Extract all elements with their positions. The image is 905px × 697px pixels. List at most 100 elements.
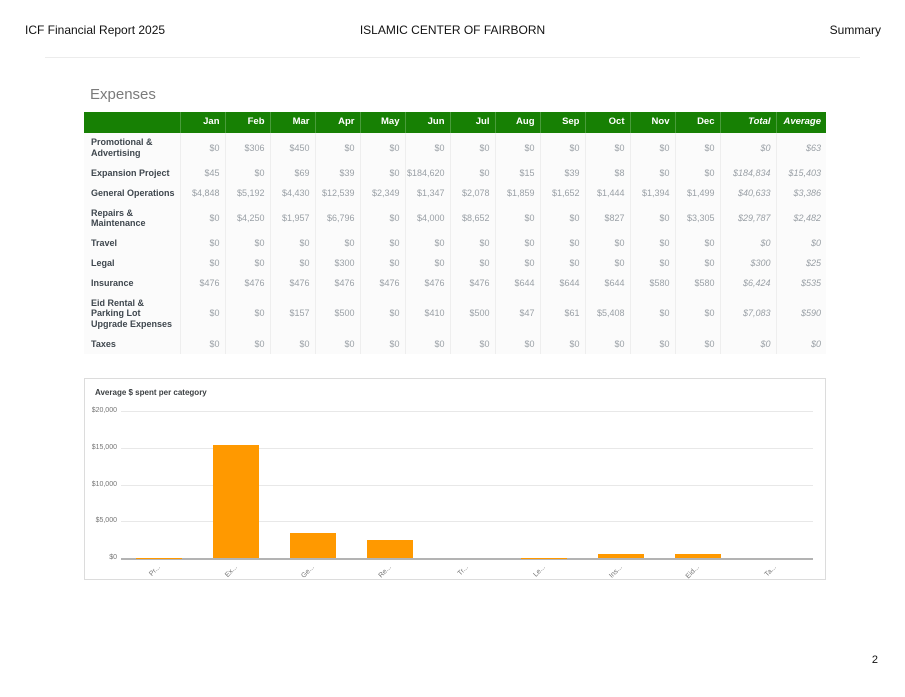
column-header: Mar <box>270 112 315 133</box>
column-header: Sep <box>540 112 585 133</box>
cell-value: $0 <box>360 254 405 274</box>
cell-value: $184,620 <box>405 164 450 184</box>
cell-value: $0 <box>540 234 585 254</box>
cell-value: $300 <box>315 254 360 274</box>
y-tick-label: $5,000 <box>87 517 117 524</box>
column-header: Dec <box>675 112 720 133</box>
cell-value: $0 <box>630 203 675 234</box>
average-expense-chart: Average $ spent per category $0$5,000$10… <box>84 378 826 580</box>
table-row: General Operations$4,848$5,192$4,430$12,… <box>84 183 826 203</box>
x-tick-label: Ge... <box>287 564 316 593</box>
cell-value: $0 <box>495 234 540 254</box>
cell-value: $476 <box>405 273 450 293</box>
cell-value: $0 <box>630 334 675 354</box>
cell-value: $5,408 <box>585 293 630 334</box>
table-row: Travel$0$0$0$0$0$0$0$0$0$0$0$0$0$0 <box>84 234 826 254</box>
cell-value: $1,394 <box>630 183 675 203</box>
cell-average: $0 <box>776 334 826 354</box>
cell-total: $0 <box>720 234 776 254</box>
page-number: 2 <box>872 654 878 666</box>
cell-value: $0 <box>630 293 675 334</box>
cell-value: $306 <box>225 133 270 164</box>
cell-average: $3,386 <box>776 183 826 203</box>
column-header: Oct <box>585 112 630 133</box>
cell-average: $590 <box>776 293 826 334</box>
cell-value: $0 <box>675 254 720 274</box>
cell-value: $0 <box>180 254 225 274</box>
cell-total: $300 <box>720 254 776 274</box>
column-header: Jul <box>450 112 495 133</box>
cell-value: $0 <box>360 203 405 234</box>
cell-value: $500 <box>315 293 360 334</box>
table-row: Expansion Project$45$0$69$39$0$184,620$0… <box>84 164 826 184</box>
corner-header <box>84 112 180 133</box>
cell-value: $0 <box>450 234 495 254</box>
x-tick-label: Ins... <box>595 564 624 593</box>
cell-value: $0 <box>630 133 675 164</box>
cell-value: $8,652 <box>450 203 495 234</box>
cell-value: $0 <box>450 334 495 354</box>
cell-value: $0 <box>405 234 450 254</box>
cell-value: $0 <box>225 334 270 354</box>
table-row: Repairs & Maintenance$0$4,250$1,957$6,79… <box>84 203 826 234</box>
cell-value: $0 <box>450 164 495 184</box>
cell-value: $580 <box>630 273 675 293</box>
cell-value: $0 <box>180 334 225 354</box>
cell-total: $40,633 <box>720 183 776 203</box>
cell-value: $0 <box>180 203 225 234</box>
cell-value: $39 <box>540 164 585 184</box>
page-section-label: Summary <box>830 23 881 37</box>
y-tick-label: $15,000 <box>87 444 117 451</box>
cell-value: $0 <box>270 334 315 354</box>
cell-value: $1,499 <box>675 183 720 203</box>
x-tick-label: Pr... <box>133 564 162 593</box>
row-label: General Operations <box>84 183 180 203</box>
x-tick-label: Le... <box>518 564 547 593</box>
org-name: ISLAMIC CENTER OF FAIRBORN <box>0 23 905 37</box>
cell-value: $69 <box>270 164 315 184</box>
column-header: Jan <box>180 112 225 133</box>
cell-value: $0 <box>225 254 270 274</box>
cell-value: $476 <box>315 273 360 293</box>
row-label: Taxes <box>84 334 180 354</box>
cell-value: $1,444 <box>585 183 630 203</box>
column-header: Jun <box>405 112 450 133</box>
cell-value: $0 <box>675 334 720 354</box>
table-row: Promotional & Advertising$0$306$450$0$0$… <box>84 133 826 164</box>
cell-value: $580 <box>675 273 720 293</box>
column-header: May <box>360 112 405 133</box>
cell-value: $0 <box>180 133 225 164</box>
cell-value: $0 <box>360 234 405 254</box>
cell-value: $644 <box>585 273 630 293</box>
cell-value: $0 <box>630 164 675 184</box>
cell-value: $15 <box>495 164 540 184</box>
bar <box>367 540 413 558</box>
cell-value: $8 <box>585 164 630 184</box>
cell-value: $0 <box>450 133 495 164</box>
cell-average: $0 <box>776 234 826 254</box>
table-row: Insurance$476$476$476$476$476$476$476$64… <box>84 273 826 293</box>
cell-value: $0 <box>540 203 585 234</box>
table-row: Taxes$0$0$0$0$0$0$0$0$0$0$0$0$0$0 <box>84 334 826 354</box>
cell-value: $0 <box>360 164 405 184</box>
cell-total: $184,834 <box>720 164 776 184</box>
cell-value: $0 <box>675 133 720 164</box>
cell-value: $0 <box>540 254 585 274</box>
cell-average: $25 <box>776 254 826 274</box>
column-header: Apr <box>315 112 360 133</box>
cell-value: $0 <box>225 234 270 254</box>
y-tick-label: $0 <box>87 554 117 561</box>
bar <box>290 533 336 558</box>
cell-value: $0 <box>360 133 405 164</box>
cell-total: $6,424 <box>720 273 776 293</box>
cell-average: $2,482 <box>776 203 826 234</box>
cell-value: $0 <box>585 234 630 254</box>
cell-value: $2,349 <box>360 183 405 203</box>
table-row: Eid Rental & Parking Lot Upgrade Expense… <box>84 293 826 334</box>
x-tick-label: Eid... <box>672 564 701 593</box>
cell-value: $45 <box>180 164 225 184</box>
cell-value: $0 <box>585 334 630 354</box>
cell-value: $0 <box>630 254 675 274</box>
cell-value: $0 <box>180 234 225 254</box>
row-label: Repairs & Maintenance <box>84 203 180 234</box>
